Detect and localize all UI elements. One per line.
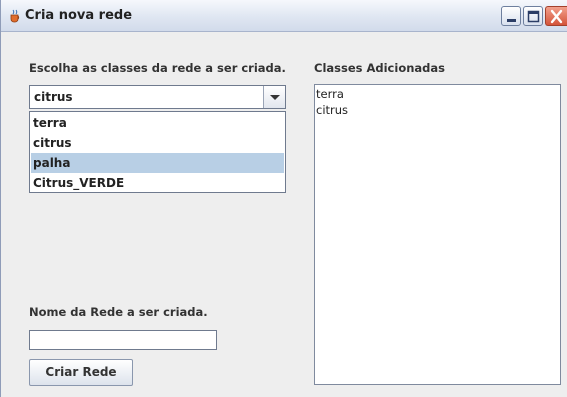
java-cup-icon [8,9,22,23]
minimize-icon [507,19,516,22]
network-name-input[interactable] [29,330,217,350]
dropdown-option[interactable]: Citrus_VERDE [31,173,284,193]
dropdown-option-highlighted[interactable]: palha [31,153,284,173]
dropdown-option[interactable]: terra [31,113,284,133]
added-classes-list[interactable]: terra citrus [314,84,561,385]
list-item[interactable]: citrus [316,103,348,117]
network-name-label: Nome da Rede a ser criada. [29,305,208,319]
title-bar[interactable]: Cria nova rede [1,0,567,32]
dropdown-option[interactable]: citrus [31,133,284,153]
create-network-button[interactable]: Criar Rede [29,359,133,386]
minimize-button[interactable] [501,6,521,26]
maximize-button[interactable] [523,6,543,26]
maximize-icon [527,10,540,23]
list-item[interactable]: terra [316,87,344,101]
chevron-down-icon [270,95,280,100]
combobox-value: citrus [34,90,73,104]
combobox-arrow-button[interactable] [263,86,285,108]
close-icon [550,9,563,24]
classes-combobox[interactable]: citrus [29,85,286,109]
added-classes-label: Classes Adicionadas [314,61,445,75]
classes-label: Escolha as classes da rede a ser criada. [29,61,286,75]
window-title: Cria nova rede [25,8,133,23]
close-button[interactable] [545,6,567,26]
window: Cria nova rede Escolha as classes da red… [0,0,567,397]
classes-dropdown-list[interactable]: terra citrus palha Citrus_VERDE [29,111,286,193]
